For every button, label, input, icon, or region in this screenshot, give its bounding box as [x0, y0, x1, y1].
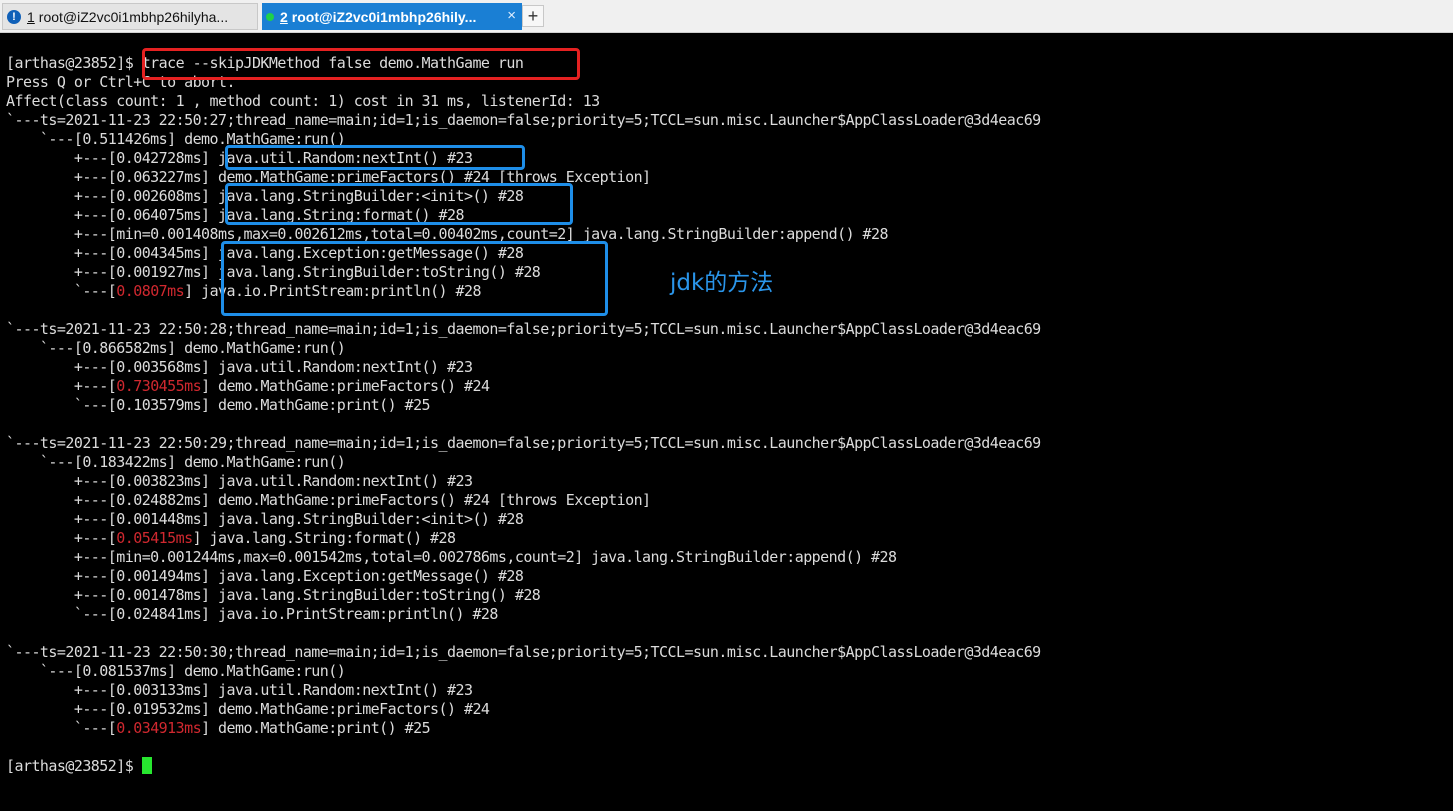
- slow-time-value: 0.05415ms: [116, 529, 193, 547]
- terminal-line: +---[0.024882ms] demo.MathGame:primeFact…: [6, 491, 1041, 510]
- terminal-text: +---[0.001478ms] java.lang.StringBuilder…: [6, 586, 541, 604]
- terminal-line: `---[0.103579ms] demo.MathGame:print() #…: [6, 396, 1041, 415]
- terminal-line: `---[0.081537ms] demo.MathGame:run(): [6, 662, 1041, 681]
- warning-icon: !: [7, 9, 21, 24]
- tab-title: root@iZ2vc0i1mbhp26hilyha...: [38, 8, 229, 25]
- terminal-line: +---[0.001494ms] java.lang.Exception:get…: [6, 567, 1041, 586]
- slow-time-value: 0.034913ms: [116, 719, 202, 737]
- tab-number: 1: [27, 8, 35, 25]
- terminal-text: `---[0.103579ms] demo.MathGame:print() #…: [6, 396, 431, 414]
- terminal-text: `---[0.866582ms] demo.MathGame:run(): [6, 339, 346, 357]
- terminal-text: `---[0.081537ms] demo.MathGame:run(): [6, 662, 346, 680]
- terminal-line: `---ts=2021-11-23 22:50:28;thread_name=m…: [6, 320, 1041, 339]
- terminal-line: `---[0.034913ms] demo.MathGame:print() #…: [6, 719, 1041, 738]
- terminal-text: +---[0.001494ms] java.lang.Exception:get…: [6, 567, 524, 585]
- terminal-line: `---ts=2021-11-23 22:50:27;thread_name=m…: [6, 111, 1041, 130]
- terminal-line: +---[min=0.001244ms,max=0.001542ms,total…: [6, 548, 1041, 567]
- annotation-label: jdk的方法: [670, 270, 774, 296]
- terminal-line: +---[0.003568ms] java.util.Random:nextIn…: [6, 358, 1041, 377]
- terminal-text: `---[: [6, 719, 117, 737]
- tab-number: 2: [280, 8, 288, 25]
- terminal-text: `---ts=2021-11-23 22:50:27;thread_name=m…: [6, 111, 1041, 129]
- terminal-text: `---[0.183422ms] demo.MathGame:run(): [6, 453, 346, 471]
- tab-bar: ! 1 root@iZ2vc0i1mbhp26hilyha... 2 root@…: [0, 0, 1453, 33]
- add-tab-button[interactable]: +: [522, 5, 544, 27]
- terminal-text: +---[0.001448ms] java.lang.StringBuilder…: [6, 510, 524, 528]
- terminal-text: Affect(class count: 1 , method count: 1)…: [6, 92, 600, 110]
- terminal-text: ] demo.MathGame:print() #25: [201, 719, 431, 737]
- terminal-text: `---ts=2021-11-23 22:50:28;thread_name=m…: [6, 320, 1041, 338]
- terminal-text: +---[0.019532ms] demo.MathGame:primeFact…: [6, 700, 490, 718]
- terminal-output[interactable]: [arthas@23852]$ trace --skipJDKMethod fa…: [0, 33, 1453, 811]
- terminal-text: ] java.lang.String:format() #28: [192, 529, 456, 547]
- terminal-line: +---[0.001478ms] java.lang.StringBuilder…: [6, 586, 1041, 605]
- terminal-line: `---[0.866582ms] demo.MathGame:run(): [6, 339, 1041, 358]
- terminal-line: [arthas@23852]$: [6, 757, 1041, 776]
- terminal-text: `---[: [6, 282, 117, 300]
- tab-title: root@iZ2vc0i1mbhp26hily...: [291, 8, 477, 25]
- terminal-text: `---[0.024841ms] java.io.PrintStream:pri…: [6, 605, 499, 623]
- close-icon[interactable]: ×: [507, 7, 516, 24]
- terminal-line: Affect(class count: 1 , method count: 1)…: [6, 92, 1041, 111]
- slow-time-value: 0.0807ms: [116, 282, 185, 300]
- terminal-text: +---[0.003568ms] java.util.Random:nextIn…: [6, 358, 473, 376]
- terminal-line: +---[0.730455ms] demo.MathGame:primeFact…: [6, 377, 1041, 396]
- command-highlight-box: [142, 48, 580, 80]
- terminal-line: +---[0.003133ms] java.util.Random:nextIn…: [6, 681, 1041, 700]
- terminal-text: +---[: [6, 377, 117, 395]
- terminal-text: `---ts=2021-11-23 22:50:29;thread_name=m…: [6, 434, 1041, 452]
- jdk-method-highlight-box: [225, 183, 573, 225]
- terminal-line: `---ts=2021-11-23 22:50:29;thread_name=m…: [6, 434, 1041, 453]
- terminal-text: +---[min=0.001244ms,max=0.001542ms,total…: [6, 548, 897, 566]
- terminal-text: +---[: [6, 529, 117, 547]
- terminal-text: +---[0.024882ms] demo.MathGame:primeFact…: [6, 491, 651, 509]
- terminal-text: +---[0.003133ms] java.util.Random:nextIn…: [6, 681, 473, 699]
- terminal-line: +---[0.001448ms] java.lang.StringBuilder…: [6, 510, 1041, 529]
- terminal-line: +---[0.019532ms] demo.MathGame:primeFact…: [6, 700, 1041, 719]
- terminal-text: ] demo.MathGame:primeFactors() #24: [201, 377, 490, 395]
- terminal-line: `---[0.024841ms] java.io.PrintStream:pri…: [6, 605, 1041, 624]
- connected-dot-icon: [266, 12, 274, 21]
- terminal-text: +---[0.003823ms] java.util.Random:nextIn…: [6, 472, 473, 490]
- terminal-line: +---[0.05415ms] java.lang.String:format(…: [6, 529, 1041, 548]
- terminal-line: `---ts=2021-11-23 22:50:30;thread_name=m…: [6, 643, 1041, 662]
- tab-session-1[interactable]: ! 1 root@iZ2vc0i1mbhp26hilyha...: [2, 3, 258, 30]
- terminal-cursor: [141, 757, 152, 774]
- terminal-text: `---ts=2021-11-23 22:50:30;thread_name=m…: [6, 643, 1041, 661]
- terminal-line: `---[0.183422ms] demo.MathGame:run(): [6, 453, 1041, 472]
- tab-session-2[interactable]: 2 root@iZ2vc0i1mbhp26hily... ×: [262, 3, 522, 30]
- slow-time-value: 0.730455ms: [116, 377, 202, 395]
- terminal-text: [arthas@23852]$: [6, 757, 142, 775]
- jdk-method-highlight-box: [221, 241, 608, 316]
- jdk-method-highlight-box: [225, 145, 525, 170]
- terminal-line: +---[0.003823ms] java.util.Random:nextIn…: [6, 472, 1041, 491]
